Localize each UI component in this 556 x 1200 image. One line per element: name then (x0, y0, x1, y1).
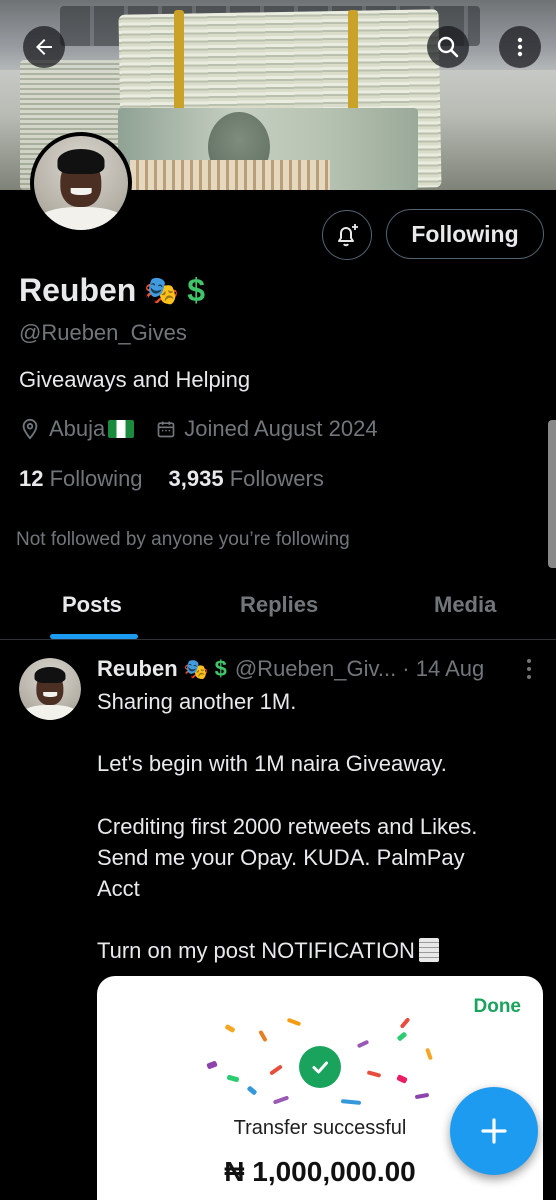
success-check-icon (299, 1046, 341, 1088)
more-vertical-icon (517, 37, 523, 57)
following-count-link[interactable]: 12 Following (19, 466, 143, 492)
name-symbol: $ (187, 272, 206, 308)
post-author-symbol: $ (214, 656, 227, 681)
name-emoji: 🎭 (144, 275, 180, 306)
receipt-icon (418, 938, 439, 962)
following-button[interactable]: Following (386, 209, 544, 259)
profile-avatar[interactable] (30, 132, 132, 234)
post-author-name[interactable]: Reuben (97, 656, 178, 682)
location-pin-icon (22, 418, 38, 440)
profile-meta: Abuja Joined August 2024 (19, 416, 378, 442)
nigeria-flag-icon (108, 420, 135, 438)
post-text-line-last: Turn on my post NOTIFICATION (97, 935, 439, 966)
post-text-line: Let's begin with 1M naira Giveaway. (97, 751, 447, 776)
post-author-emoji: 🎭 (183, 658, 209, 681)
tab-posts[interactable]: Posts (62, 592, 122, 618)
not-followed-note: Not followed by anyone you’re following (16, 529, 350, 550)
more-vertical-icon (527, 659, 531, 679)
search-icon (437, 36, 459, 58)
post-text-line: Acct (97, 876, 140, 901)
compose-button[interactable] (450, 1087, 538, 1175)
done-label: Done (473, 996, 522, 1017)
profile-name: Reuben 🎭 $ (19, 272, 205, 309)
bell-plus-icon (338, 224, 358, 247)
tab-media[interactable]: Media (434, 592, 496, 618)
active-tab-indicator (50, 634, 138, 639)
followers-count-link[interactable]: 3,935 Followers (169, 466, 324, 492)
profile-handle: @Rueben_Gives (19, 320, 187, 345)
display-name: Reuben (19, 272, 137, 308)
back-button[interactable] (23, 26, 65, 68)
search-button[interactable] (427, 26, 469, 68)
post-meta: @Rueben_Giv... · 14 Aug (234, 656, 485, 681)
plus-icon (481, 1118, 507, 1144)
profile-bio: Giveaways and Helping (19, 367, 251, 392)
profile-location: Abuja (49, 416, 106, 441)
tab-replies[interactable]: Replies (240, 592, 318, 618)
post-header: Reuben 🎭 $ @Rueben_Giv... · 14 Aug (97, 656, 484, 682)
profile-tabs: Posts Replies Media (0, 580, 556, 640)
post-more-button[interactable] (518, 656, 540, 687)
back-arrow-icon (36, 39, 52, 55)
post-text-line: Sharing another 1M. (97, 689, 297, 714)
profile-joined: Joined August 2024 (184, 416, 378, 441)
post-avatar[interactable] (19, 658, 81, 720)
notifications-button[interactable] (322, 210, 372, 260)
more-options-button[interactable] (499, 26, 541, 68)
follow-counts: 12 Following 3,935 Followers (19, 466, 324, 492)
scrollbar-handle[interactable] (548, 420, 556, 568)
post-text-line: Crediting first 2000 retweets and Likes. (97, 814, 478, 839)
calendar-icon (157, 421, 175, 438)
post-text-line: Send me your Opay. KUDA. PalmPay (97, 845, 465, 870)
